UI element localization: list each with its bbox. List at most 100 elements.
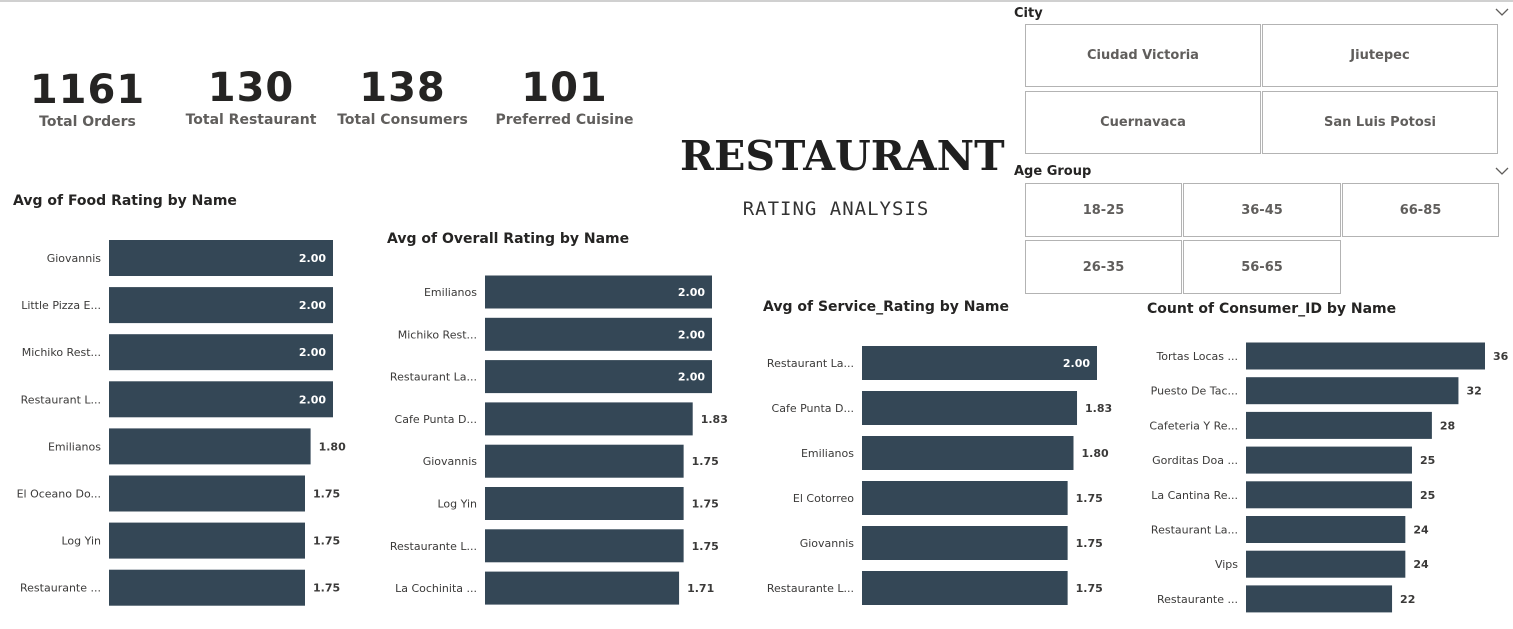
bar[interactable] [1246,377,1459,405]
bar[interactable] [862,481,1068,515]
category-label: Restaurant La... [767,357,854,370]
data-label: 1.75 [313,582,340,595]
category-label: Little Pizza E... [21,299,101,312]
category-label: Log Yin [438,498,478,511]
data-label: 24 [1413,524,1429,537]
service-rating-chart-title: Avg of Service_Rating by Name [763,299,1009,315]
data-label: 1.75 [692,498,719,511]
category-label: Cafeteria Y Re... [1149,419,1238,432]
data-label: 36 [1493,350,1509,363]
bar[interactable] [1246,516,1406,543]
category-label: Restaurante L... [390,540,477,553]
age-option-18-25[interactable]: 18-25 [1025,183,1182,237]
kpi-total-orders: 1161 Total Orders [20,68,155,130]
overall-rating-bar-chart: Emilianos 2.00 Michiko Rest... 2.00 Restaura… [390,275,728,605]
data-label: 2.00 [678,328,705,341]
bar[interactable] [485,571,680,605]
kpi-label: Total Restaurant [185,112,317,128]
bar[interactable] [109,569,305,606]
category-label: La Cantina Re... [1151,489,1238,502]
overall-rating-chart-title: Avg of Overall Rating by Name [387,231,630,247]
city-option-cuernavaca[interactable]: Cuernavaca [1025,91,1261,154]
kpi-total-restaurant: 130 Total Restaurant [180,66,322,128]
city-option-san-luis-potosi[interactable]: San Luis Potosi [1262,91,1498,154]
category-label: Michiko Rest... [22,346,101,359]
category-label: Gorditas Doa ... [1152,454,1238,467]
category-label: Restaurant La... [1151,524,1238,537]
bar[interactable] [485,529,684,563]
bar[interactable] [485,444,684,478]
data-label: 2.00 [1063,357,1090,370]
bar[interactable] [109,475,305,512]
data-label: 1.75 [1076,582,1103,595]
bar[interactable] [109,522,305,559]
bar[interactable] [862,571,1068,605]
city-option-ciudad-victoria[interactable]: Ciudad Victoria [1025,24,1261,87]
data-label: 32 [1466,385,1481,398]
age-option-66-85[interactable]: 66-85 [1342,183,1499,237]
bar[interactable] [1246,446,1412,474]
food-rating-bar-chart: Giovannis 2.00 Little Pizza E... 2.00 Michik… [17,240,346,606]
category-label: Giovannis [800,537,855,550]
bar[interactable] [485,402,693,436]
bar[interactable] [862,391,1078,425]
bar[interactable] [1246,411,1432,439]
category-label: Tortas Locas ... [1155,350,1238,363]
bar[interactable] [1246,481,1412,509]
kpi-value: 1161 [29,67,146,113]
age-option-36-45[interactable]: 36-45 [1183,183,1341,237]
kpi-label: Preferred Cuisine [495,112,634,128]
data-label: 25 [1420,454,1435,467]
age-group-slicer-title: Age Group [1014,164,1092,179]
category-label: Giovannis [423,455,478,468]
bar[interactable] [1246,342,1485,370]
data-label: 2.00 [299,346,326,359]
kpi-label: Total Orders [39,114,136,130]
consumer-count-chart-title: Count of Consumer_ID by Name [1147,301,1397,317]
data-label: 1.80 [1082,447,1109,460]
category-label: Giovannis [47,252,102,265]
consumer-count-bar-chart: Tortas Locas ... 36 Puesto De Tac... 32 Cafe… [1149,342,1509,613]
kpi-total-consumers: 138 Total Consumers [335,66,470,128]
data-label: 1.75 [692,540,719,553]
chevron-down-icon[interactable] [1495,166,1509,176]
bar[interactable] [485,487,684,520]
data-label: 1.75 [313,535,340,548]
bar[interactable] [109,428,311,465]
bar[interactable] [862,436,1074,470]
data-label: 1.75 [1076,492,1103,505]
top-border [0,0,1513,2]
category-label: El Oceano Do... [17,488,101,501]
kpi-label: Total Consumers [337,112,468,128]
category-label: Emilianos [801,447,854,460]
food-rating-chart-title: Avg of Food Rating by Name [13,193,237,209]
data-label: 25 [1420,489,1435,502]
category-label: Restaurante ... [1157,593,1238,606]
chevron-down-icon[interactable] [1495,7,1509,17]
bar[interactable] [862,526,1068,560]
category-label: Restaurant La... [390,371,477,384]
data-label: 1.83 [701,413,728,426]
kpi-preferred-cuisine: 101 Preferred Cuisine [492,66,637,128]
data-label: 1.71 [687,582,714,595]
bar[interactable] [1246,550,1406,578]
bar[interactable] [862,346,1097,380]
data-label: 2.00 [299,252,326,265]
data-label: 1.80 [319,440,346,453]
data-label: 2.00 [678,371,705,384]
category-label: Restaurante L... [767,582,854,595]
category-label: Vips [1215,558,1238,571]
category-label: Cafe Punta D... [772,402,854,415]
age-option-56-65[interactable]: 56-65 [1183,240,1341,294]
city-option-jiutepec[interactable]: Jiutepec [1262,24,1498,87]
data-label: 28 [1440,419,1455,432]
category-label: Cafe Punta D... [395,413,477,426]
data-label: 24 [1413,558,1429,571]
city-slicer-title: City [1014,6,1043,21]
data-label: 22 [1400,593,1415,606]
data-label: 2.00 [299,299,326,312]
category-label: Restaurant L... [21,393,101,406]
bar[interactable] [1246,585,1393,613]
age-option-26-35[interactable]: 26-35 [1025,240,1182,294]
category-label: Puesto De Tac... [1151,385,1238,398]
